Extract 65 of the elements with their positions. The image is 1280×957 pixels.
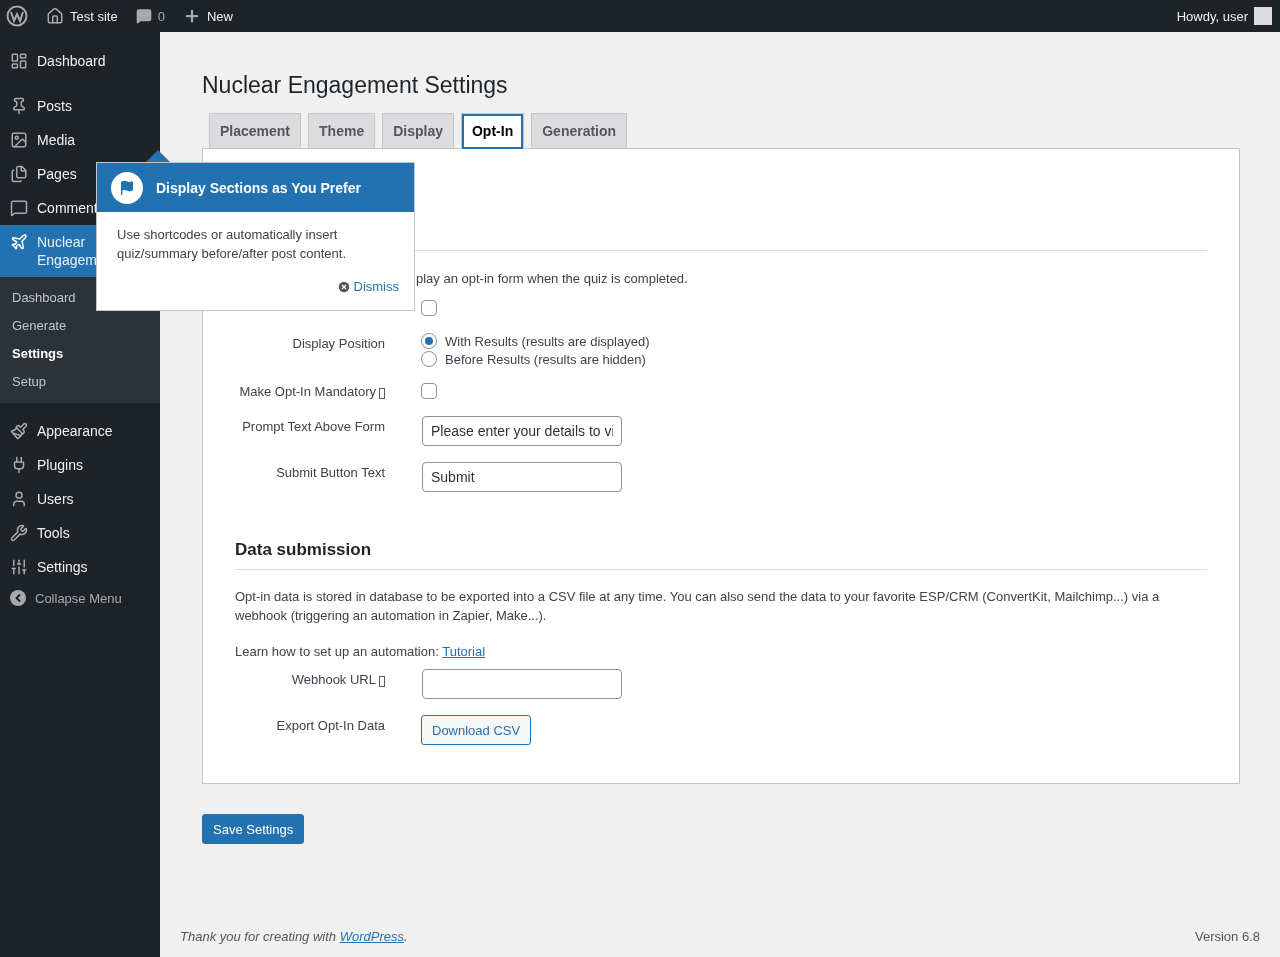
checkbox[interactable] [421,300,437,316]
text-field[interactable] [422,669,622,699]
section-description: play an opt-in form when the quiz is completed. [416,271,689,286]
wrench-icon [10,524,28,542]
wordpress-link[interactable]: WordPress [339,929,404,944]
settings-tab[interactable]: Generation [531,113,628,148]
submenu-item[interactable]: Generate [0,312,160,340]
menu-item[interactable]: Settings [0,550,160,584]
field-label: Export Opt-In Data [276,718,385,733]
menu-item[interactable]: Users [0,482,160,516]
submenu-item[interactable]: Setup [0,368,160,396]
menu-item[interactable]: Plugins [0,448,160,482]
section-paragraph: Opt-in data is stored in database to be exported into a CSV file at any time. You can also send the data to your favorite ESP/CRM (ConvertKit, Mailchimp...) via a webhook (triggering an automation in Zapier, Make...). [235,588,1161,625]
pages-icon [10,165,28,183]
menu-item[interactable]: Media [0,123,160,157]
menu-item[interactable]: Posts [0,89,160,123]
popover-title: Display Sections as You Prefer [156,179,361,196]
speech-bubble-icon [10,199,28,217]
help-icon[interactable] [379,388,385,399]
speech-bubble-icon[interactable] [135,8,152,24]
user-icon [10,490,28,508]
field-label: Prompt Text Above Form [242,419,385,434]
field-label: Display Position [292,336,385,351]
plane-icon [10,233,28,251]
checkbox[interactable] [421,383,437,399]
sliders-icon [10,558,28,576]
menu-item[interactable]: Appearance [0,414,160,448]
field-label: Make Opt-In Mandatory [239,384,376,399]
dismiss-link[interactable]: Dismiss [336,279,399,294]
close-circle-icon[interactable] [336,279,351,294]
media-icon [10,131,28,149]
text-field[interactable]: Please enter your details to vi [422,416,622,446]
site-name-link[interactable]: Test site [70,8,118,24]
footer-thanks: Thank you for creating with WordPress. [180,929,408,944]
new-link[interactable]: New [206,8,233,24]
page-title: Nuclear Engagement Settings [202,72,509,99]
tutorial-link[interactable]: Tutorial [442,644,486,659]
submenu-item[interactable]: Settings [0,340,160,368]
save-settings-button[interactable]: Save Settings [202,814,305,844]
settings-tab[interactable]: Display [382,113,454,148]
flag-icon [111,171,143,204]
pin-icon [10,97,28,115]
download-csv-button[interactable]: Download CSV [421,715,532,745]
dashboard-icon [10,52,28,70]
menu-item[interactable]: Tools [0,516,160,550]
greeting-link[interactable]: Howdy, user [1176,8,1248,24]
text-field[interactable]: Submit [422,462,622,492]
comment-count[interactable]: 0 [157,8,165,24]
radio-label: With Results (results are displayed) [445,333,650,349]
settings-tab[interactable]: Opt-In [461,113,525,149]
menu-item[interactable]: Dashboard [0,44,160,78]
help-sentence: Learn how to set up an automation: [235,644,440,659]
radio-label: Before Results (results are hidden) [445,351,646,367]
version-text: Version 6.8 [1194,929,1260,944]
settings-tab[interactable]: Theme [308,113,376,148]
field-label: Submit Button Text [276,465,385,480]
section-heading: Data submission [235,540,373,560]
collapse-menu-link[interactable]: Collapse Menu [35,590,122,606]
field-label: Webhook URL [291,672,376,687]
wordpress-logo[interactable] [6,5,28,27]
home-icon[interactable] [46,7,64,25]
settings-tab[interactable]: Placement [209,113,302,148]
help-icon[interactable] [379,676,385,687]
paintbrush-icon [10,422,28,440]
collapse-icon[interactable] [10,590,26,606]
